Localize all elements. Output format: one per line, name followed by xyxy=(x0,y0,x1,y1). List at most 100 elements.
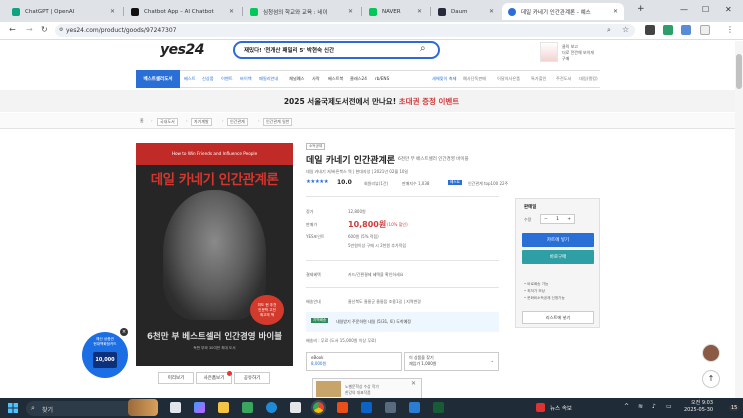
breadcrumb-relations[interactable]: 인간관계 xyxy=(227,118,248,126)
site-logo[interactable]: yes24 xyxy=(160,42,204,58)
outlook-icon[interactable] xyxy=(361,402,372,413)
menu-item-new[interactable]: 신상품 xyxy=(202,76,214,82)
menu-right-recommend[interactable]: 주전도서 xyxy=(556,76,571,82)
copilot-icon[interactable] xyxy=(194,402,205,413)
profile-icon[interactable] xyxy=(700,25,710,35)
menu-right-ranking[interactable]: 대림(랭킹) xyxy=(579,76,598,82)
menu-item-event[interactable]: 이벤트 xyxy=(221,76,233,82)
share-button[interactable]: 공유하기 xyxy=(234,372,270,384)
minimize-icon[interactable]: — xyxy=(680,5,688,14)
clock[interactable]: 오전 9:03 2025-05-30 xyxy=(684,400,713,414)
buy-now-button[interactable]: 바로구매 xyxy=(522,250,594,264)
tab-daum[interactable]: Daum ✕ xyxy=(432,3,500,20)
edge-icon[interactable] xyxy=(266,402,277,413)
other-option[interactable]: 이 상품을 찾기 재입가 1,000원 ⌄ xyxy=(404,352,499,371)
breadcrumb-domestic[interactable]: 국내도서 xyxy=(157,118,178,126)
battery-icon[interactable]: ▭ xyxy=(666,403,672,410)
menu-item-best[interactable]: 베스트 xyxy=(184,76,196,82)
scrollbar-thumb[interactable] xyxy=(736,54,742,89)
notification-badge[interactable]: 15 xyxy=(729,405,740,411)
tab-yes24[interactable]: 데일 카네기 인간관계론 - 예스 ✕ xyxy=(502,3,624,20)
close-icon[interactable]: ✕ xyxy=(229,8,234,15)
quantity-stepper[interactable]: − 1 + xyxy=(540,214,575,224)
plus-icon[interactable]: + xyxy=(567,217,571,222)
url-text[interactable]: yes24.com/product/goods/97247307 xyxy=(66,27,177,34)
minus-icon[interactable]: − xyxy=(544,217,548,222)
menu-item-class24[interactable]: 클래스24 xyxy=(350,76,367,82)
search-icon[interactable]: ⌕ xyxy=(420,43,426,54)
benefit-link[interactable]: 카드/간편결제 혜택을 확인하세요 xyxy=(348,272,403,278)
preview-button[interactable]: 미리보기 xyxy=(158,372,194,384)
forward-icon[interactable]: → xyxy=(26,25,33,34)
tray-chevron-icon[interactable]: ^ xyxy=(624,403,629,410)
wifi-icon[interactable]: ≋ xyxy=(638,403,643,410)
news-ticker[interactable]: 뉴스 속보 xyxy=(550,404,572,412)
close-window-icon[interactable]: ✕ xyxy=(725,5,732,14)
zoom-icon[interactable]: ⌕ xyxy=(607,26,611,35)
menu-item-family[interactable]: 패밀리안내 xyxy=(259,76,278,82)
add-to-cart-button[interactable]: 카트에 넣기 xyxy=(522,233,594,247)
app-icon[interactable] xyxy=(385,402,396,413)
scrollbar[interactable] xyxy=(735,41,743,398)
banner-text[interactable]: 클릭 보고 더로 깐깐해 보이게 구매 xyxy=(562,44,602,62)
close-icon[interactable]: ✕ xyxy=(110,8,115,15)
store-icon[interactable] xyxy=(290,402,301,413)
taskbar-search-text[interactable]: 찾기 xyxy=(42,405,53,414)
menu-right-festival[interactable]: 새해맞이 축제 xyxy=(432,76,456,82)
volume-icon[interactable]: ♪ xyxy=(652,403,656,410)
menu-item-buyback[interactable]: 바이백 xyxy=(240,76,252,82)
close-icon[interactable]: ✕ xyxy=(417,8,422,15)
reload-icon[interactable]: ↻ xyxy=(41,25,48,34)
bookmark-star-icon[interactable]: ☆ xyxy=(622,25,629,34)
excel-icon[interactable] xyxy=(433,402,444,413)
site-info-icon[interactable]: ⚙ xyxy=(59,27,63,33)
breadcrumb-home[interactable]: 홈 xyxy=(140,118,144,124)
word-icon[interactable] xyxy=(409,402,420,413)
author-publisher-line[interactable]: 데일 카네기 저/바른북스 역 | 현대지성 | 2021년 02월 10일 xyxy=(306,169,408,175)
banner-image[interactable] xyxy=(540,42,558,62)
shipping-address[interactable]: 울산북도 울릉군 울릉읍 조용1길 | 지역변경 xyxy=(348,299,421,305)
search-highlight-icon[interactable] xyxy=(128,399,158,416)
rank-text[interactable]: 인간관계 top100 22주 xyxy=(468,181,508,187)
scroll-top-icon[interactable]: ↑ xyxy=(702,370,720,388)
extension-icon[interactable] xyxy=(681,25,691,35)
menu-item-bestbook[interactable]: 베스트북 xyxy=(328,76,343,82)
ad-close-icon[interactable]: ✕ xyxy=(411,380,416,387)
windows-start-icon[interactable] xyxy=(8,403,18,413)
app-icon[interactable] xyxy=(337,402,348,413)
tab-naver-blog[interactable]: 심청섬의 학교와 교육 : 네이 ✕ xyxy=(244,3,359,20)
menu-item-sarak[interactable]: 사락 xyxy=(312,76,320,82)
new-tab-button[interactable]: + xyxy=(637,4,645,14)
breadcrumb-selfhelp[interactable]: 자기계발 xyxy=(191,118,212,126)
tab-naver[interactable]: NAVER ✕ xyxy=(363,3,428,20)
menu-right-exclusive[interactable]: 예사단독판매 xyxy=(463,76,486,82)
close-icon[interactable]: ✕ xyxy=(613,8,618,15)
promo-text[interactable]: 2025 서울국제도서전에서 만나요! 초대권 증정 이벤트 xyxy=(0,96,743,107)
review-count-link[interactable]: 회원리뷰(1건) xyxy=(364,181,388,187)
menu-item-channel[interactable]: 채널예스 xyxy=(289,76,304,82)
card-ad-close-icon[interactable]: × xyxy=(120,328,128,336)
back-icon[interactable]: ← xyxy=(9,25,16,34)
quantity-value[interactable]: 1 xyxy=(556,217,559,222)
breadcrumb-general[interactable]: 인간관계 일반 xyxy=(263,118,293,126)
task-view-icon[interactable] xyxy=(170,402,181,413)
close-icon[interactable]: ✕ xyxy=(348,8,353,15)
chrome-icon[interactable] xyxy=(311,400,326,415)
app-icon[interactable] xyxy=(242,402,253,413)
tab-chatgpt[interactable]: ChatGPT | OpenAI ✕ xyxy=(6,3,121,20)
search-value[interactable]: 재밌다! '천개산 패밀리 5' 박현숙 신간 xyxy=(244,46,334,54)
tab-chatbot[interactable]: Chatbot App – AI Chatbot ✕ xyxy=(125,3,240,20)
menu-kebab-icon[interactable]: ⋮ xyxy=(726,25,734,34)
maximize-icon[interactable]: ☐ xyxy=(702,5,709,14)
extension-icon[interactable] xyxy=(663,25,673,35)
file-explorer-icon[interactable] xyxy=(218,402,229,413)
menu-all-categories[interactable]: 베스트셀러도서 xyxy=(136,70,180,88)
ebook-option[interactable]: eBook 8,000원 xyxy=(306,352,402,371)
menu-right-gift[interactable]: 이달의사은품 xyxy=(497,76,520,82)
close-icon[interactable]: ✕ xyxy=(489,8,494,15)
menu-right-sale[interactable]: 특가할인 xyxy=(531,76,546,82)
menu-item-rbens[interactable]: rb/ENS xyxy=(375,76,389,81)
extension-icon[interactable] xyxy=(645,25,655,35)
add-to-list-button[interactable]: 리스트에 넣기 xyxy=(522,311,594,324)
floating-avatar[interactable] xyxy=(702,344,720,362)
